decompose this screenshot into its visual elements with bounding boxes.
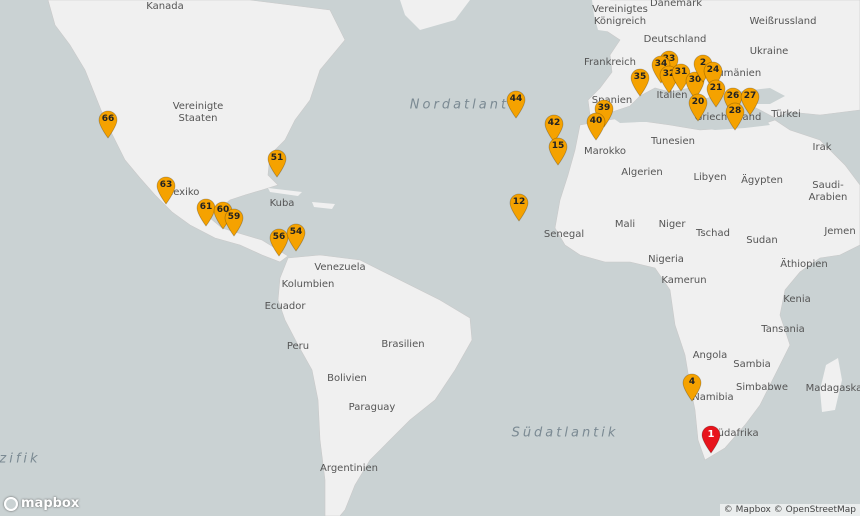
- map-marker-4[interactable]: 4: [681, 372, 703, 402]
- marker-label: 28: [728, 106, 742, 116]
- marker-label: 66: [101, 114, 115, 124]
- marker-label: 51: [270, 153, 284, 163]
- place-label: Jemen: [824, 226, 856, 237]
- map-marker-59[interactable]: 59: [223, 207, 245, 237]
- place-label: Algerien: [621, 167, 663, 178]
- place-label: Kuba: [269, 198, 295, 209]
- map-marker-40[interactable]: 40: [585, 111, 607, 141]
- marker-label: 59: [227, 212, 241, 222]
- place-label: Senegal: [543, 229, 585, 240]
- marker-label: 4: [688, 377, 696, 387]
- place-label: Brasilien: [381, 339, 425, 350]
- map-marker-54[interactable]: 54: [285, 222, 307, 252]
- place-label: Kenia: [783, 294, 811, 305]
- marker-label: 44: [509, 94, 523, 104]
- place-label: Dänemark: [649, 0, 703, 9]
- ocean-label-south-atlantic: Südatlantik: [511, 425, 619, 441]
- ocean-label-pacific: zifik: [0, 451, 41, 467]
- map-marker-51[interactable]: 51: [266, 148, 288, 178]
- place-label: Ukraine: [749, 46, 789, 57]
- marker-label: 40: [589, 116, 603, 126]
- marker-label: 15: [551, 141, 565, 151]
- place-label: Tunesien: [651, 136, 695, 147]
- place-label: Äthiopien: [780, 259, 828, 270]
- mapbox-logo[interactable]: mapbox: [4, 496, 79, 511]
- place-label: Türkei: [771, 109, 801, 120]
- attribution: © Mapbox © OpenStreetMap: [719, 504, 860, 516]
- place-label: Sudan: [746, 235, 778, 246]
- map-marker-20[interactable]: 20: [687, 92, 709, 122]
- map-marker-15[interactable]: 15: [547, 136, 569, 166]
- place-label: Vereinigte Staaten: [172, 101, 224, 124]
- place-label: Angola: [692, 350, 728, 361]
- map-marker-1[interactable]: 1: [700, 424, 722, 454]
- marker-label: 35: [633, 72, 647, 82]
- place-label: Vereinigtes Königreich: [592, 4, 648, 27]
- place-label: Deutschland: [643, 34, 707, 45]
- marker-label: 20: [691, 97, 705, 107]
- marker-label: 27: [743, 91, 757, 101]
- marker-label: 63: [159, 180, 173, 190]
- mapbox-logo-icon: [4, 496, 18, 511]
- place-label: Libyen: [693, 172, 727, 183]
- map-canvas[interactable]: Nordatlantik Südatlantik zifik Kanada Ve…: [0, 0, 860, 516]
- place-label: Niger: [658, 219, 686, 230]
- place-label: Saudi-Arabien: [808, 180, 848, 203]
- place-label: Madagaskar: [805, 383, 860, 394]
- map-marker-44[interactable]: 44: [505, 89, 527, 119]
- place-label: Simbabwe: [735, 382, 789, 393]
- place-label: Marokko: [583, 146, 627, 157]
- place-label: Nigeria: [648, 254, 684, 265]
- mapbox-logo-text: mapbox: [21, 496, 80, 511]
- place-label: Ecuador: [264, 301, 306, 312]
- place-label: Paraguay: [348, 402, 396, 413]
- map-marker-28[interactable]: 28: [724, 101, 746, 131]
- map-marker-35[interactable]: 35: [629, 67, 651, 97]
- place-label: Kanada: [146, 1, 184, 12]
- place-label: Irak: [812, 142, 832, 153]
- attribution-osm-link[interactable]: © OpenStreetMap: [774, 505, 856, 515]
- place-label: Bolivien: [327, 373, 367, 384]
- map-marker-12[interactable]: 12: [508, 192, 530, 222]
- marker-label: 42: [547, 118, 561, 128]
- place-label: Sambia: [733, 359, 771, 370]
- marker-label: 12: [512, 197, 526, 207]
- attribution-mapbox-link[interactable]: © Mapbox: [724, 505, 771, 515]
- marker-label: 24: [706, 65, 720, 75]
- place-label: Weißrussland: [749, 16, 817, 27]
- map-marker-63[interactable]: 63: [155, 175, 177, 205]
- place-label: Venezuela: [314, 262, 366, 273]
- place-label: Mali: [614, 219, 636, 230]
- place-label: Kamerun: [661, 275, 707, 286]
- place-label: Argentinien: [320, 463, 378, 474]
- place-label: Tansania: [761, 324, 805, 335]
- place-label: Peru: [286, 341, 310, 352]
- place-label: Ägypten: [741, 175, 783, 186]
- marker-label: 54: [289, 227, 303, 237]
- place-label: Kolumbien: [281, 279, 335, 290]
- marker-label: 1: [707, 429, 715, 440]
- place-label: Tschad: [696, 228, 730, 239]
- map-marker-66[interactable]: 66: [97, 109, 119, 139]
